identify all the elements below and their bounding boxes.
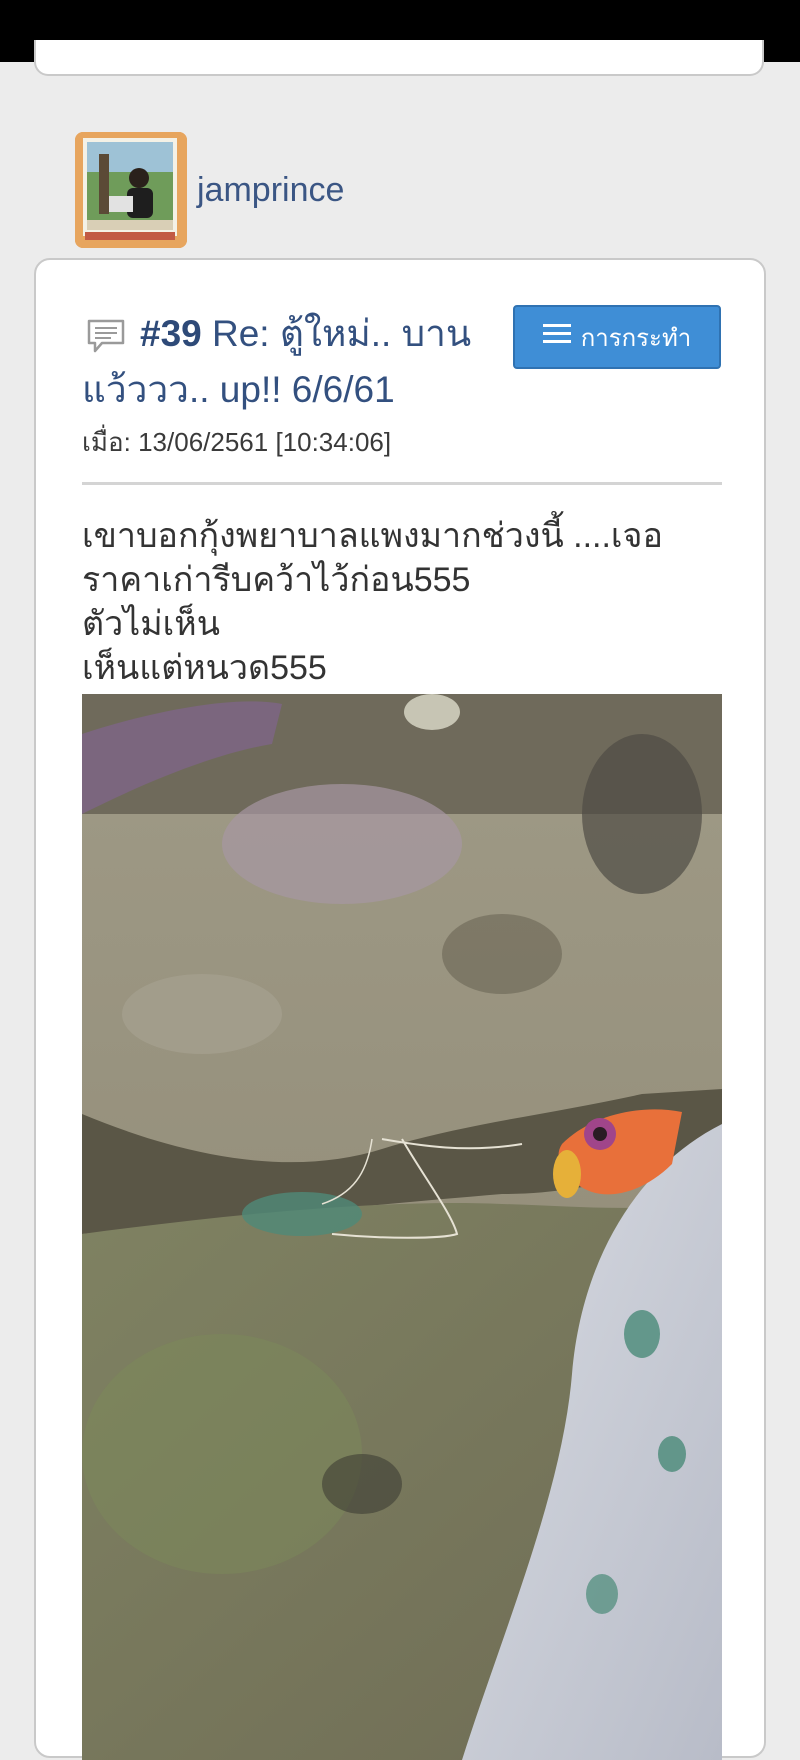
post-number: #39 <box>140 313 202 354</box>
post-title[interactable]: #39 Re: ตู้ใหม่.. บานแว้ววว.. up!! 6/6/6… <box>82 306 502 418</box>
post-body-line: ตัวไม่เห็น <box>82 605 220 643</box>
post-body: เขาบอกกุ้งพยาบาลแพงมากช่วงนี้ ....เจอ รา… <box>82 514 722 690</box>
action-button[interactable]: การกระทำ <box>513 305 721 369</box>
previous-post-card <box>34 40 764 76</box>
post-author[interactable]: jamprince <box>75 132 344 248</box>
divider <box>82 482 722 485</box>
avatar[interactable] <box>75 132 187 248</box>
post-body-line: เห็นแต่หนวด555 <box>82 649 327 687</box>
menu-icon <box>542 323 571 352</box>
post-body-line: ราคาเก่ารีบคว้าไว้ก่อน555 <box>82 561 471 599</box>
post-card: #39 Re: ตู้ใหม่.. บานแว้ววว.. up!! 6/6/6… <box>34 258 766 1760</box>
post-body-line: เขาบอกกุ้งพยาบาลแพงมากช่วงนี้ ....เจอ <box>82 517 663 555</box>
post-image[interactable] <box>82 694 722 1760</box>
author-name[interactable]: jamprince <box>197 171 344 210</box>
action-button-label: การกระทำ <box>580 324 692 352</box>
post-date: เมื่อ: 13/06/2561 [10:34:06] <box>82 427 392 457</box>
